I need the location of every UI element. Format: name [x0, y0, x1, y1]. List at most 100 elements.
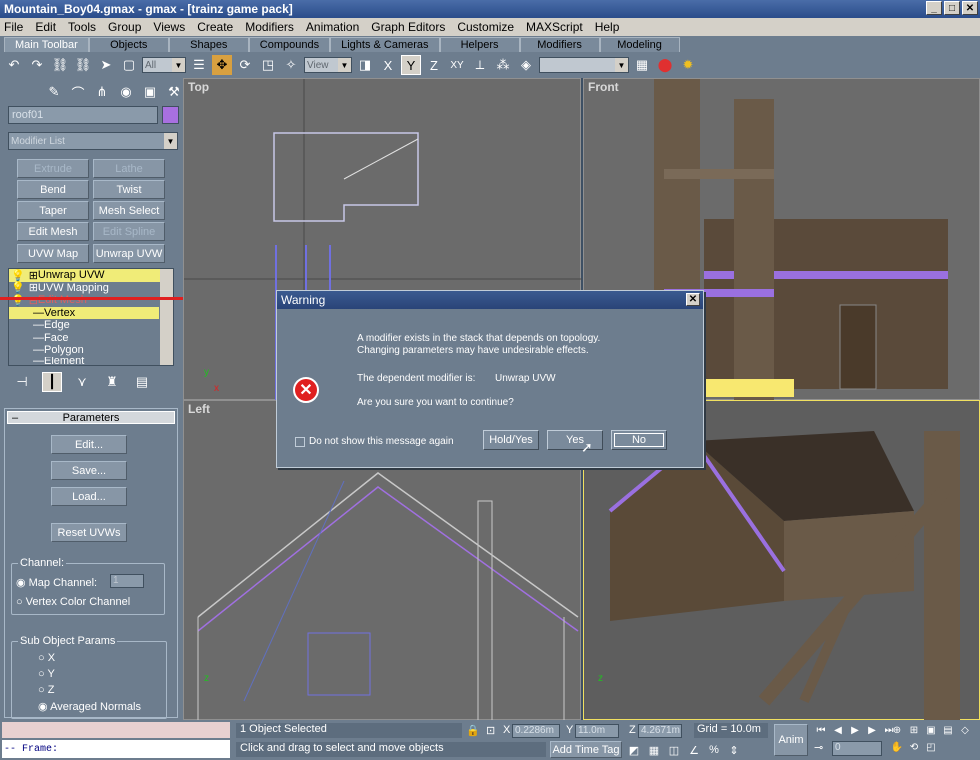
utilities-tab-icon[interactable]: ⚒: [164, 82, 184, 102]
taper-button[interactable]: Taper: [17, 201, 89, 220]
menu-group[interactable]: Group: [108, 20, 141, 34]
snap-toggle-icon[interactable]: ◩: [626, 742, 642, 758]
no-button[interactable]: No: [611, 430, 667, 450]
dialog-close-button[interactable]: ✕: [686, 293, 700, 306]
lock-selection-icon[interactable]: 🔒: [466, 724, 480, 737]
rotate-icon[interactable]: ⟳: [235, 55, 255, 75]
link-icon[interactable]: ⛓: [50, 55, 70, 75]
menu-maxscript[interactable]: MAXScript: [526, 20, 583, 34]
manipulate-icon[interactable]: ✧: [281, 55, 301, 75]
uvw-map-button[interactable]: UVW Map: [17, 244, 89, 263]
select-arrow-icon[interactable]: ➤: [96, 55, 116, 75]
maximize-viewport-icon[interactable]: ◰: [924, 740, 938, 754]
menu-create[interactable]: Create: [197, 20, 233, 34]
edit-mesh-button[interactable]: Edit Mesh: [17, 222, 89, 241]
modifier-list-dropdown[interactable]: Modifier List ▼: [8, 132, 178, 150]
snap-icon[interactable]: ◈: [516, 55, 536, 75]
make-unique-icon[interactable]: ⋎: [72, 372, 92, 392]
goto-start-icon[interactable]: ⏮: [814, 723, 828, 737]
mirror-icon[interactable]: ⟂: [470, 55, 490, 75]
axis-x-icon[interactable]: X: [378, 55, 398, 75]
stack-item-polygon[interactable]: — Polygon: [9, 344, 173, 357]
layers-icon[interactable]: ▦: [632, 55, 652, 75]
modifier-stack[interactable]: 💡 ⊞ Unwrap UVW 💡 ⊞ UVW Mapping 💡 ⊟ Edit Mes…: [8, 268, 174, 366]
create-tab-icon[interactable]: ✎: [44, 82, 64, 102]
select-region-icon[interactable]: ▢: [119, 55, 139, 75]
current-frame-field[interactable]: 0: [832, 741, 882, 756]
zoom-icon[interactable]: ⊕: [890, 723, 904, 737]
spinner-snap-icon[interactable]: ⇕: [726, 742, 742, 758]
next-frame-icon[interactable]: ▶: [865, 723, 879, 737]
add-time-tag-button[interactable]: Add Time Tag: [550, 741, 622, 758]
arc-rotate-icon[interactable]: ⟲: [907, 740, 921, 754]
hierarchy-tab-icon[interactable]: ⋔: [92, 82, 112, 102]
load-uvw-button[interactable]: Load...: [51, 487, 127, 506]
averaged-normals-radio[interactable]: ◉ Averaged Normals: [38, 700, 141, 713]
minimize-button[interactable]: _: [926, 1, 942, 15]
undo-icon[interactable]: ↶: [4, 55, 24, 75]
tab-main-toolbar[interactable]: Main Toolbar: [4, 37, 89, 52]
fov-icon[interactable]: ◇: [958, 723, 972, 737]
vertex-color-radio[interactable]: ○ Vertex Color Channel: [16, 596, 130, 608]
cube-icon[interactable]: ◫: [666, 742, 682, 758]
pivot-icon[interactable]: ◨: [355, 55, 375, 75]
mesh-select-button[interactable]: Mesh Select: [93, 201, 165, 220]
menu-animation[interactable]: Animation: [306, 20, 359, 34]
stack-item-unwrap-uvw[interactable]: 💡 ⊞ Unwrap UVW: [9, 269, 173, 282]
menu-customize[interactable]: Customize: [457, 20, 514, 34]
configure-sets-icon[interactable]: ▤: [132, 372, 152, 392]
twist-button[interactable]: Twist: [93, 180, 165, 199]
menu-graph-editors[interactable]: Graph Editors: [371, 20, 445, 34]
maxscript-listener[interactable]: -- Frame:: [2, 740, 230, 758]
render-icon[interactable]: ✹: [678, 55, 698, 75]
yes-button[interactable]: Yes: [547, 430, 603, 450]
stack-scrollbar[interactable]: [160, 269, 173, 365]
percent-snap-icon[interactable]: %: [706, 742, 722, 758]
display-tab-icon[interactable]: ▣: [140, 82, 160, 102]
menu-help[interactable]: Help: [595, 20, 620, 34]
prev-frame-icon[interactable]: ◀: [831, 723, 845, 737]
pan-icon[interactable]: ✋: [890, 740, 904, 754]
anim-button[interactable]: Anim: [774, 724, 808, 756]
scale-icon[interactable]: ◳: [258, 55, 278, 75]
do-not-show-checkbox[interactable]: Do not show this message again: [295, 436, 454, 447]
stack-item-edit-mesh[interactable]: 💡 ⊟ Edit Mesh: [9, 294, 173, 307]
remove-modifier-icon[interactable]: ♜: [102, 372, 122, 392]
parameters-rollout-title[interactable]: – Parameters: [7, 411, 175, 424]
axis-x-radio[interactable]: ○ X: [38, 652, 55, 664]
save-uvw-button[interactable]: Save...: [51, 461, 127, 480]
play-icon[interactable]: ▶: [848, 723, 862, 737]
stack-item-edge[interactable]: — Edge: [9, 319, 173, 332]
motion-tab-icon[interactable]: ◉: [116, 82, 136, 102]
y-coord-field[interactable]: 11.0m: [575, 724, 619, 738]
key-mode-icon[interactable]: ⊸: [814, 741, 823, 754]
unlink-icon[interactable]: ⛓: [73, 55, 93, 75]
lathe-button[interactable]: Lathe: [93, 159, 165, 178]
modify-tab-icon[interactable]: ⌒: [68, 82, 88, 102]
absolute-mode-icon[interactable]: ⊡: [486, 724, 495, 737]
hold-yes-button[interactable]: Hold/Yes: [483, 430, 539, 450]
named-selection-dropdown[interactable]: ▼: [539, 57, 629, 73]
axis-y-icon[interactable]: Y: [401, 55, 421, 75]
menu-edit[interactable]: Edit: [35, 20, 56, 34]
axis-y-radio[interactable]: ○ Y: [38, 668, 55, 680]
stack-item-vertex[interactable]: — Vertex: [9, 306, 159, 319]
axis-z-radio[interactable]: ○ Z: [38, 684, 54, 696]
select-by-name-icon[interactable]: ☰: [189, 55, 209, 75]
z-coord-field[interactable]: 4.2671m: [638, 724, 682, 738]
move-icon[interactable]: ✥: [212, 55, 232, 75]
object-name-field[interactable]: roof01: [8, 106, 158, 124]
unwrap-uvw-button[interactable]: Unwrap UVW: [93, 244, 165, 263]
selection-filter-dropdown[interactable]: All ▼: [142, 57, 186, 73]
tab-helpers[interactable]: Helpers: [439, 37, 520, 52]
edit-spline-button[interactable]: Edit Spline: [93, 222, 165, 241]
zoom-extents-icon[interactable]: ▣: [924, 723, 938, 737]
x-coord-field[interactable]: 0.2286m: [512, 724, 560, 738]
stack-item-uvw-mapping[interactable]: 💡 ⊞ UVW Mapping: [9, 282, 173, 295]
maxscript-listener-top[interactable]: [2, 722, 230, 738]
tab-compounds[interactable]: Compounds: [248, 37, 331, 52]
map-channel-spinner[interactable]: 1: [110, 574, 144, 588]
object-color-swatch[interactable]: [162, 106, 179, 124]
edit-uvw-button[interactable]: Edit...: [51, 435, 127, 454]
show-end-result-icon[interactable]: ┃: [42, 372, 62, 392]
